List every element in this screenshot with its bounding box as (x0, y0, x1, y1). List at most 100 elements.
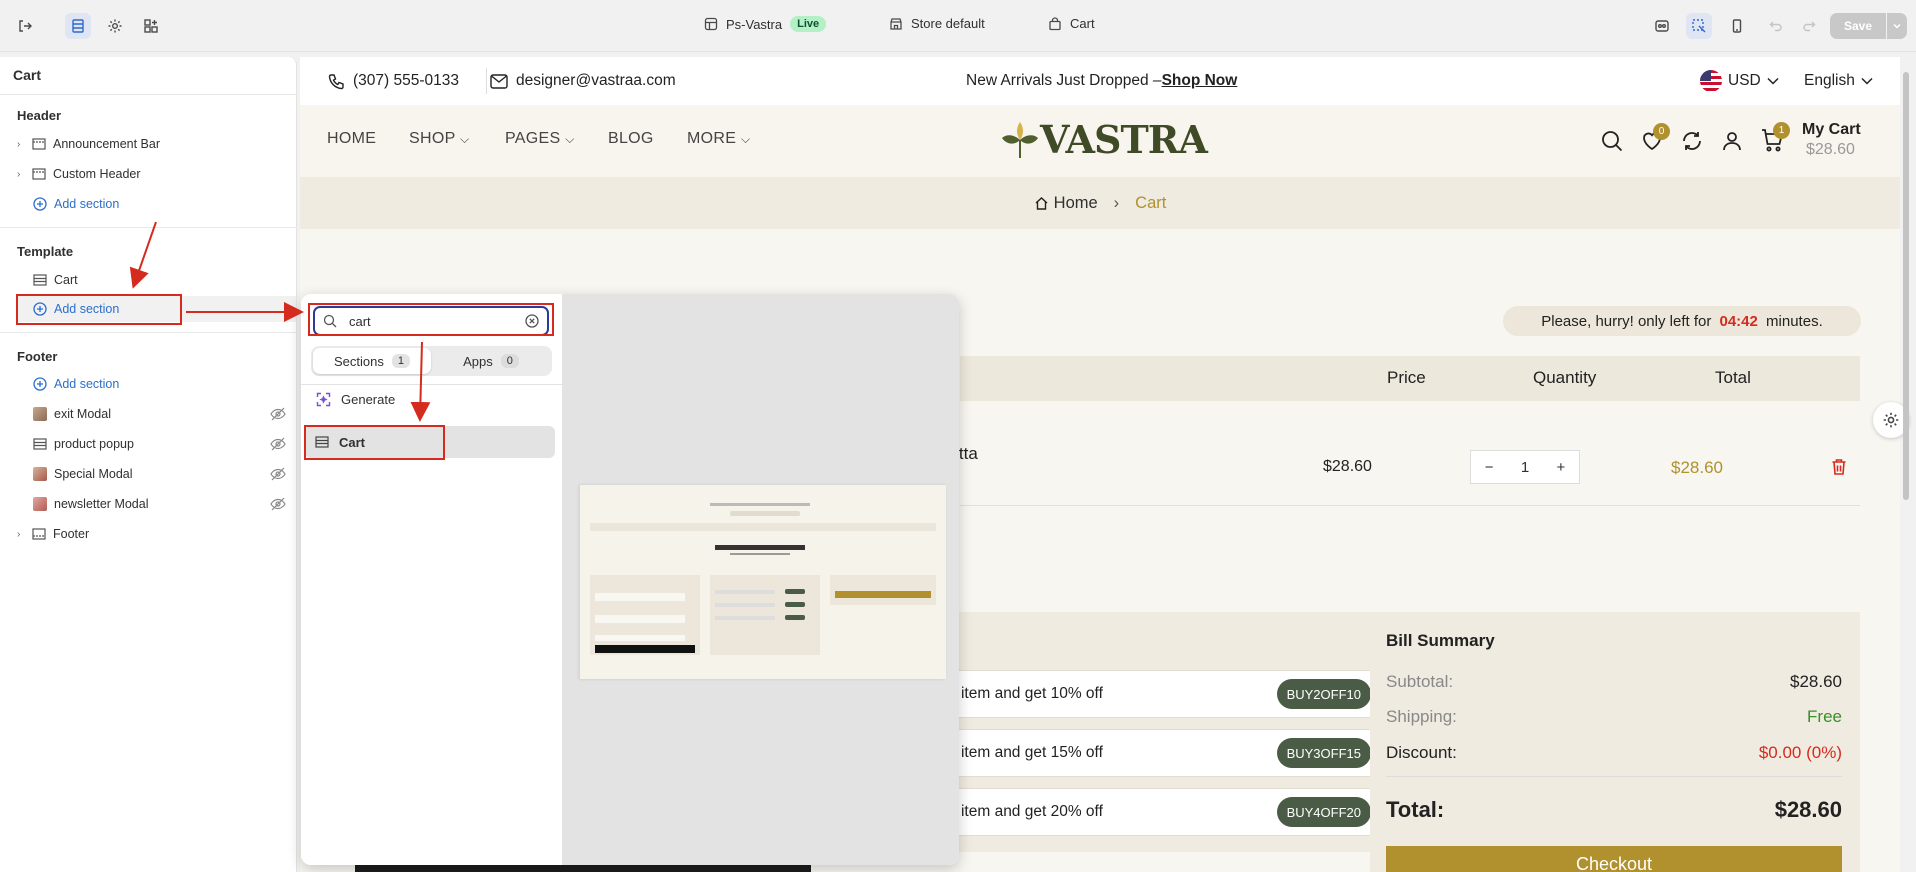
subtotal-value: $28.60 (1790, 672, 1842, 691)
nav-blog[interactable]: BLOG (608, 130, 654, 148)
nav-label: PAGES (505, 130, 561, 147)
cart-table-header: Price Quantity Total (960, 356, 1860, 401)
currency-selector[interactable]: USD (1700, 70, 1779, 92)
quantity-value[interactable]: 1 (1521, 459, 1529, 476)
sidebar-item-product-popup[interactable]: product popup (30, 431, 298, 457)
compare-refresh-icon[interactable] (1680, 129, 1704, 153)
total-row: Total: $28.60 (1386, 797, 1842, 823)
eye-hidden-icon[interactable] (270, 497, 286, 511)
modal-thumbnail-icon (33, 467, 47, 481)
hurry-prefix: Please, hurry! only left for (1541, 312, 1716, 330)
eye-hidden-icon[interactable] (270, 437, 286, 451)
picker-tabs: Sections 1 Apps 0 (311, 346, 552, 376)
sidebar-item-newsletter-modal[interactable]: newsletter Modal (30, 491, 298, 517)
divider (1386, 776, 1842, 777)
plus-circle-icon (32, 197, 48, 211)
coupon-code-button[interactable]: BUY4OFF20 (1276, 797, 1371, 827)
coupon-text: y 3 item and get 15% off (936, 744, 1103, 761)
chevron-down-icon (1767, 77, 1779, 85)
my-cart-label[interactable]: My Cart (1802, 121, 1861, 139)
nav-home[interactable]: HOME (327, 130, 376, 148)
checkout-button[interactable]: Checkout (1386, 846, 1842, 872)
nav-pages[interactable]: PAGES ⌵ (505, 130, 575, 148)
sidebar-item-label: Announcement Bar (53, 137, 161, 151)
sidebar-item-cart-template[interactable]: Cart (30, 267, 298, 293)
eye-hidden-icon[interactable] (270, 407, 286, 421)
save-options-chevron-icon[interactable] (1887, 13, 1907, 39)
plus-icon[interactable]: + (1557, 459, 1566, 476)
market-selector[interactable]: Store default (889, 16, 985, 31)
subtotal-row: Subtotal: $28.60 (1386, 672, 1842, 692)
mobile-view-icon[interactable] (1724, 13, 1750, 39)
preview-inspector-icon[interactable] (1649, 13, 1675, 39)
bill-summary-title: Bill Summary (1386, 631, 1495, 650)
sections-icon[interactable] (65, 13, 91, 39)
preview-scrollbar[interactable] (1903, 72, 1909, 500)
tab-apps[interactable]: Apps 0 (432, 348, 550, 374)
sidebar-item-custom-header[interactable]: › Custom Header (17, 161, 285, 187)
section-layout-icon (31, 527, 47, 541)
cart-line-item (960, 402, 1860, 506)
email-contact[interactable]: designer@vastraa.com (490, 72, 676, 90)
phone-icon (328, 73, 345, 90)
settings-gear-icon[interactable] (102, 13, 128, 39)
total-value: $28.60 (1774, 797, 1842, 822)
sidebar-item-special-modal[interactable]: Special Modal (30, 461, 298, 487)
account-user-icon[interactable] (1720, 129, 1744, 153)
add-section-picker: cart Sections 1 Apps 0 Generate Cart (301, 294, 959, 865)
tab-count-badge: 0 (500, 354, 519, 368)
cart-section-preview-image (579, 484, 946, 679)
store-selector[interactable]: Ps-Vastra Live (704, 16, 827, 32)
add-section-footer-button[interactable]: Add section (30, 371, 298, 397)
sidebar-item-footer[interactable]: › Footer (17, 521, 285, 547)
chevron-right-icon: › (17, 138, 21, 150)
header-group-label: Header (17, 108, 62, 123)
redo-icon[interactable] (1796, 13, 1822, 39)
home-icon (1034, 196, 1049, 211)
page-selector[interactable]: Cart (1048, 16, 1095, 31)
search-icon[interactable] (1600, 129, 1624, 153)
sidebar-item-exit-modal[interactable]: exit Modal (30, 401, 298, 427)
shop-now-link[interactable]: Shop Now (1162, 72, 1238, 89)
phone-contact[interactable]: (307) 555-0133 (328, 72, 459, 90)
store-name: Ps-Vastra (726, 16, 783, 32)
cart-count-badge: 1 (1773, 122, 1790, 139)
logo-wordmark: VASTRA (1040, 117, 1208, 162)
breadcrumb: Home › Cart (300, 177, 1900, 229)
trash-delete-icon[interactable] (1831, 458, 1847, 476)
undo-icon[interactable] (1763, 13, 1789, 39)
line-total: $28.60 (1671, 458, 1723, 477)
us-flag-icon (1700, 70, 1722, 92)
sidebar-item-announcement-bar[interactable]: › Announcement Bar (17, 131, 285, 157)
store-logo[interactable]: VASTRA (1000, 117, 1208, 162)
bill-summary-panel (1370, 612, 1860, 872)
coupon-code-button[interactable]: BUY2OFF10 (1276, 679, 1371, 709)
divider (301, 384, 562, 385)
minus-icon[interactable]: − (1485, 459, 1494, 476)
language-label: English (1804, 72, 1855, 89)
tab-sections[interactable]: Sections 1 (313, 348, 431, 374)
chevron-down-icon: ⌵ (565, 132, 575, 146)
col-price: Price (1387, 368, 1426, 387)
add-section-header-button[interactable]: Add section (30, 191, 298, 217)
nav-shop[interactable]: SHOP ⌵ (409, 130, 469, 148)
select-inspect-icon[interactable] (1686, 13, 1712, 39)
exit-icon[interactable] (12, 13, 38, 39)
coupon-row: y 2 item and get 10% off BUY2OFF10 (900, 670, 1384, 718)
coupon-code-button[interactable]: BUY3OFF15 (1276, 738, 1371, 768)
breadcrumb-home[interactable]: Home (1034, 194, 1098, 213)
nav-more[interactable]: MORE ⌵ (687, 130, 750, 148)
coupon-text: y 2 item and get 10% off (936, 685, 1103, 702)
apps-icon[interactable] (138, 13, 164, 39)
language-selector[interactable]: English (1804, 72, 1873, 90)
total-label: Total: (1386, 797, 1445, 822)
page-label: Cart (1070, 16, 1095, 31)
annotation-box-cart-result (304, 425, 445, 460)
chevron-right-icon: › (17, 168, 21, 180)
top-info-strip: (307) 555-0133 designer@vastraa.com New … (300, 57, 1900, 105)
hurry-suffix: minutes. (1761, 312, 1823, 330)
generate-section-button[interactable]: Generate (316, 386, 395, 412)
annotation-box-add-section (16, 294, 182, 325)
eye-hidden-icon[interactable] (270, 467, 286, 481)
save-button[interactable]: Save (1830, 13, 1886, 39)
